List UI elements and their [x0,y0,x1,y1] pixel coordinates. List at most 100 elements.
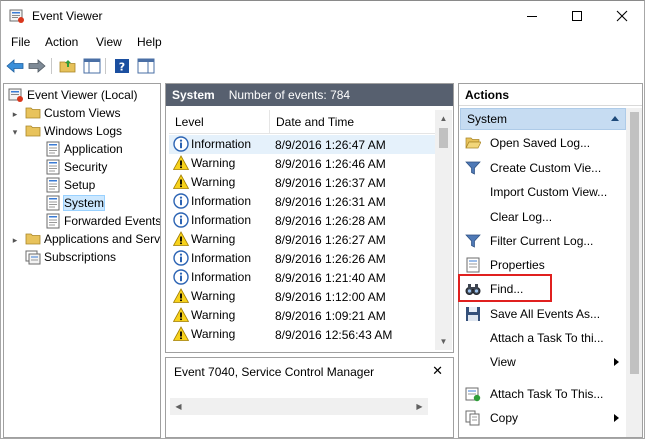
event-level-cell: Warning [173,288,235,304]
warning-icon [173,307,189,322]
event-datetime-cell: 8/9/2016 1:12:00 AM [275,290,386,304]
show-hide-tree-button[interactable] [82,56,102,76]
event-level-cell: Information [173,193,251,209]
action-label: Filter Current Log... [490,234,594,248]
collapse-chevron-icon[interactable]: ▾ [10,127,20,137]
event-level-cell: Warning [173,174,235,190]
event-list-scrollbar[interactable]: ▲ ▼ [435,110,452,350]
action-save-all-events-as[interactable]: Save All Events As... [459,302,625,326]
tree-item-applications-and-services[interactable]: Applications and Services Logs [25,230,160,248]
action-view[interactable]: View [459,350,625,374]
actions-section-system[interactable]: System [460,108,626,130]
tree-item-event-viewer-local[interactable]: Event Viewer (Local) [8,86,138,104]
forward-arrow-icon [28,59,46,73]
help-icon: ? [115,59,129,74]
event-row[interactable]: Information 8/9/2016 1:26:28 AM [169,211,435,230]
up-folder-button[interactable] [58,56,78,76]
maximize-icon [571,11,582,21]
console-tree-icon [83,58,101,74]
help-button[interactable]: ? [112,56,132,76]
tree-item-system[interactable]: System [45,194,106,212]
action-filter-current-log[interactable]: Filter Current Log... [459,229,625,253]
action-clear-log[interactable]: Clear Log... [459,205,625,229]
submenu-arrow-icon [614,414,619,422]
action-copy[interactable]: Copy [459,406,625,430]
tree-item-subscriptions[interactable]: Subscriptions [25,248,116,266]
event-level-text: Warning [191,232,236,246]
event-level-cell: Warning [173,231,235,247]
action-label: View [490,355,516,369]
event-level-cell: Warning [173,307,235,323]
event-row[interactable]: Warning 8/9/2016 12:56:43 AM [169,325,435,344]
tree-item-custom-views[interactable]: Custom Views [25,104,120,122]
event-datetime-cell: 8/9/2016 1:26:31 AM [275,195,386,209]
information-icon [173,136,189,152]
column-header-date-time[interactable]: Date and Time [276,115,354,129]
show-hide-action-pane-button[interactable] [136,56,156,76]
detail-horizontal-scrollbar[interactable]: ◀ ▶ [170,398,428,415]
expand-chevron-icon[interactable]: ▸ [10,235,20,245]
menu-file[interactable]: File [11,35,30,49]
log-icon [46,213,60,229]
action-create-custom-vie[interactable]: Create Custom Vie... [459,156,625,180]
event-row[interactable]: Information 8/9/2016 1:21:40 AM [169,268,435,287]
scroll-right-icon[interactable]: ▶ [411,398,428,415]
event-datetime-cell: 8/9/2016 1:09:21 AM [275,309,386,323]
action-attach-a-task-to-thi[interactable]: Attach a Task To thi... [459,326,625,350]
actions-scrollbar[interactable] [626,108,642,437]
event-row[interactable]: Warning 8/9/2016 1:12:00 AM [169,287,435,306]
information-icon [173,193,189,209]
information-icon [173,269,189,285]
event-row[interactable]: Information 8/9/2016 1:26:47 AM [169,135,435,154]
event-row[interactable]: Warning 8/9/2016 1:26:27 AM [169,230,435,249]
event-list-header: System Number of events: 784 [166,84,453,106]
close-button[interactable] [599,1,644,31]
log-icon [46,177,60,193]
scrollbar-thumb[interactable] [630,112,639,374]
folder-icon [25,107,41,119]
folder-icon [25,233,41,245]
scrollbar-thumb[interactable] [439,128,448,148]
expand-chevron-icon[interactable]: ▸ [10,109,20,119]
tree-item-windows-logs[interactable]: Windows Logs [25,122,122,140]
event-level-text: Information [191,251,252,265]
action-pane-icon [137,58,155,74]
forward-button[interactable] [27,56,47,76]
scroll-down-icon[interactable]: ▼ [435,333,452,350]
tree-item-security[interactable]: Security [45,158,107,176]
close-detail-icon[interactable]: ✕ [432,363,443,379]
tree-item-setup[interactable]: Setup [45,176,95,194]
action-open-saved-log[interactable]: Open Saved Log... [459,131,625,155]
back-arrow-icon [6,59,24,73]
maximize-button[interactable] [554,1,599,31]
back-button[interactable] [5,56,25,76]
action-label: Copy [490,411,519,425]
minimize-icon [526,16,537,17]
event-count: Number of events: 784 [228,88,351,102]
scroll-up-icon[interactable]: ▲ [435,110,452,127]
tree-item-forwarded-events[interactable]: Forwarded Events [45,212,160,230]
minimize-button[interactable] [509,1,554,31]
event-viewer-icon [8,88,23,102]
warning-icon [173,288,189,303]
event-row[interactable]: Information 8/9/2016 1:26:31 AM [169,192,435,211]
event-row[interactable]: Warning 8/9/2016 1:09:21 AM [169,306,435,325]
menu-view[interactable]: View [96,35,122,49]
scroll-left-icon[interactable]: ◀ [170,398,187,415]
event-row[interactable]: Information 8/9/2016 1:26:26 AM [169,249,435,268]
event-row[interactable]: Warning 8/9/2016 1:26:37 AM [169,173,435,192]
column-header-level[interactable]: Level [175,115,204,129]
menu-help[interactable]: Help [137,35,162,49]
event-level-text: Information [191,213,252,227]
title-bar: Event Viewer [1,1,644,31]
event-datetime-cell: 8/9/2016 1:26:28 AM [275,214,386,228]
event-viewer-window: Event Viewer File Action View Help ? Eve… [0,0,645,439]
action-attach-task-to-this[interactable]: Attach Task To This... [459,382,625,406]
tree-item-application[interactable]: Application [45,140,123,158]
menu-action[interactable]: Action [45,35,78,49]
collapse-up-icon[interactable] [611,116,619,121]
tree-item-label: System [62,195,106,211]
event-row[interactable]: Warning 8/9/2016 1:26:46 AM [169,154,435,173]
action-import-custom-view[interactable]: Import Custom View... [459,180,625,204]
menu-bar: File Action View Help [1,31,644,53]
